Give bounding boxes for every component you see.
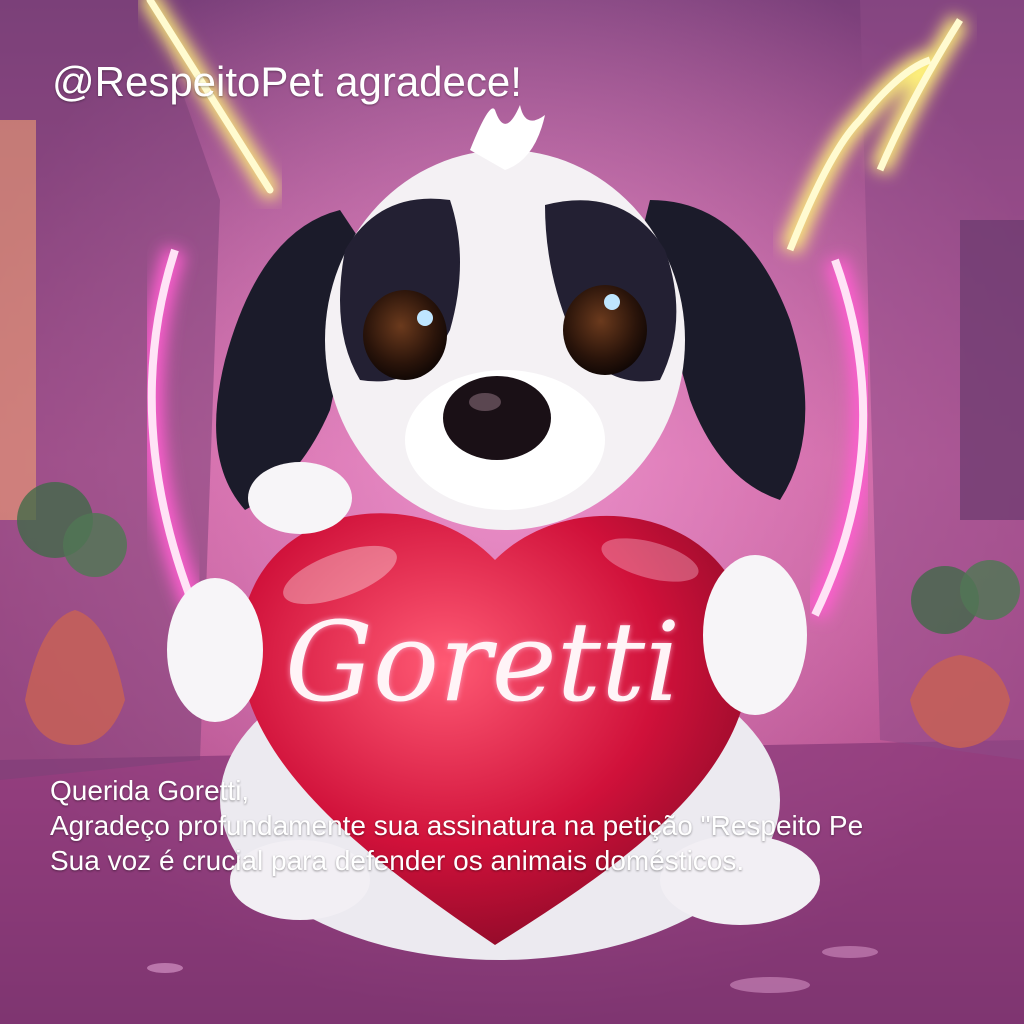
message-greeting: Querida Goretti, (50, 775, 250, 806)
message-text: Querida Goretti, Agradeço profundamente … (50, 773, 1024, 878)
message-body-line: Sua voz é crucial para defender os anima… (50, 845, 745, 876)
header-title: @RespeitoPet agradece! (52, 58, 522, 105)
message-body-line: Agradeço profundamente sua assinatura na… (50, 810, 864, 841)
heart-name-text: Goretti (285, 598, 681, 726)
